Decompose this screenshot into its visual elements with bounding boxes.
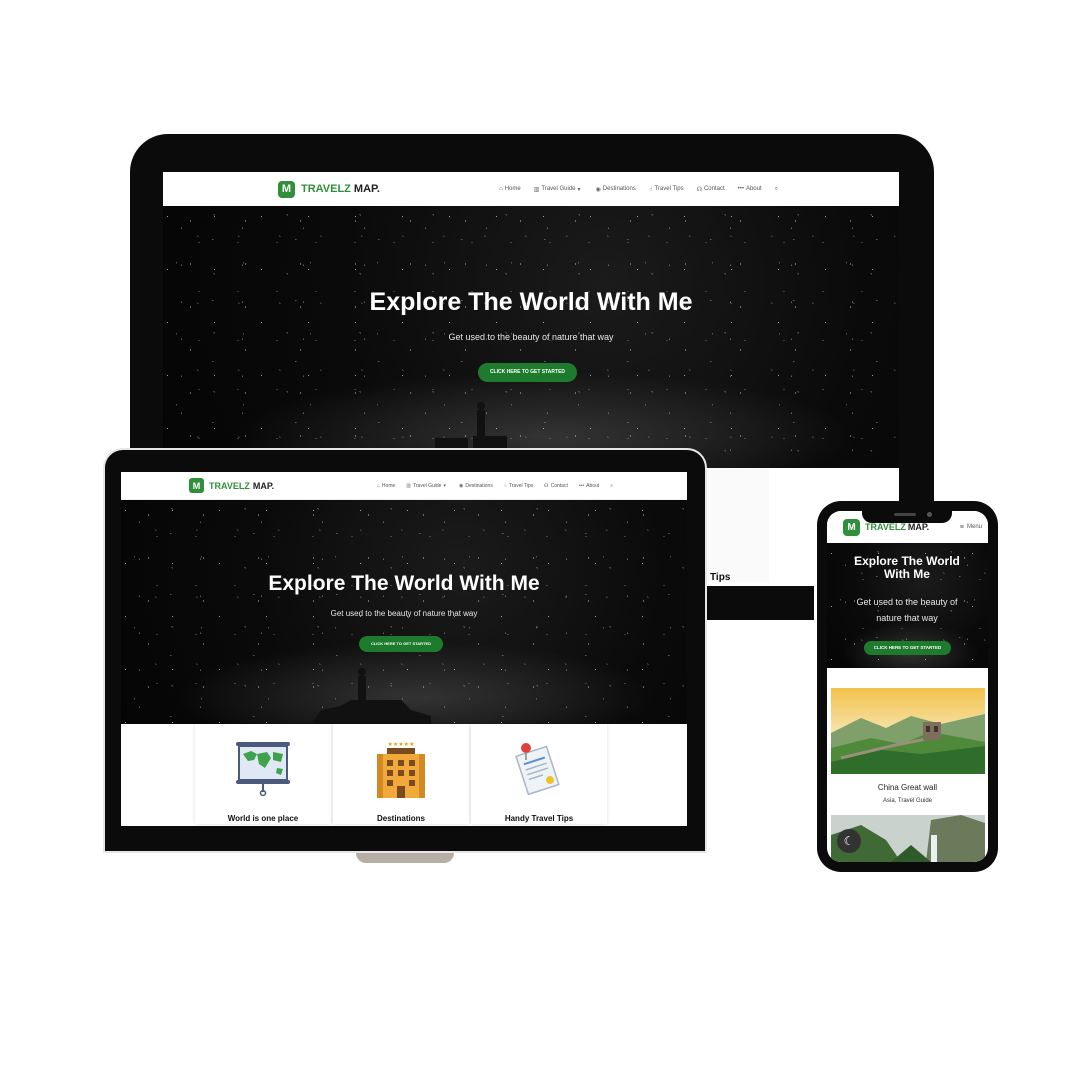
nav-label: Home	[504, 186, 521, 192]
nav-label: Destinations	[465, 482, 493, 489]
nav-item-about[interactable]: ••• About	[738, 186, 762, 192]
document-pin-icon	[515, 743, 560, 796]
destination-title[interactable]: China Great wall	[827, 783, 988, 792]
destination-category[interactable]: Asia, Travel Guide	[827, 798, 988, 804]
phone-screen: M TRAVELZ MAP. ≡ Menu Explore The World …	[827, 511, 988, 862]
nav-label: Travel Tips	[654, 186, 684, 192]
desktop-feature-card-partial	[707, 468, 769, 582]
laptop-menu: ⌂ Home ▥ Travel Guide ▾ ◉ Destinations ☝ Trav…	[377, 483, 615, 489]
logo-mark-icon: M	[843, 518, 860, 536]
logo-text-secondary: MAP.	[252, 480, 275, 491]
desktop-feature-title-partial: Tips	[710, 572, 731, 583]
hamburger-icon: ≡	[959, 523, 964, 531]
mobile-hero: Explore The World With Me Get used to th…	[827, 543, 988, 668]
nav-label: Home	[381, 482, 396, 489]
laptop-base	[356, 853, 454, 863]
mobile-menu-button[interactable]: ≡ Menu	[960, 524, 982, 531]
logo-mark-icon: M	[189, 478, 204, 493]
hero-subtitle: Get used to the beauty of nature that wa…	[448, 332, 614, 342]
hand-icon: ☝	[503, 482, 507, 489]
laptop-screen: M TRAVELZ MAP. ⌂ Home ▥ Travel Guide ▾ ◉ Des…	[121, 472, 687, 826]
nav-label: Destinations	[602, 186, 636, 192]
home-icon: ⌂	[376, 482, 380, 489]
logo-text-primary: TRAVELZ	[301, 183, 351, 195]
nav-item-destinations[interactable]: ◉ Destinations	[596, 186, 636, 193]
nav-item-contact[interactable]: ☊ Contact	[697, 186, 725, 193]
search-button[interactable]: ⌕	[610, 483, 615, 489]
hand-icon: ☝	[648, 186, 653, 193]
desktop-menu: ⌂ Home ▥ Travel Guide ▾ ◉ Destinations ☝ Trav…	[499, 186, 780, 193]
hero-title: Explore The World With Me	[369, 288, 693, 316]
headset-icon: ☊	[696, 186, 702, 193]
hero-title: Explore The World With Me	[854, 554, 960, 581]
more-icon: •••	[578, 482, 585, 489]
get-started-button[interactable]: CLICK HERE TO GET STARTED	[478, 363, 577, 382]
feature-card-destinations[interactable]: ★★★★★ Destinations	[333, 724, 469, 824]
nav-label: Travel Guide	[541, 186, 576, 192]
nav-item-home[interactable]: ⌂ Home	[499, 186, 521, 192]
feature-section: World is one place ★★★★★ Destinations Ha…	[121, 724, 687, 826]
feature-title: World is one place	[227, 814, 299, 823]
nav-item-travel-guide[interactable]: ▥ Travel Guide ▾	[406, 483, 448, 489]
nav-label: Contact	[703, 186, 725, 192]
search-button[interactable]: ⌕	[775, 186, 780, 193]
chevron-down-icon: ▾	[443, 482, 446, 489]
logo-text-secondary: MAP.	[353, 183, 380, 195]
world-map-board-icon	[236, 742, 290, 796]
nav-item-travel-tips[interactable]: ☝ Travel Tips	[649, 186, 684, 193]
logo-text-secondary: MAP.	[907, 522, 930, 532]
nav-item-travel-tips[interactable]: ☝ Travel Tips	[504, 483, 533, 489]
great-wall-image	[831, 688, 985, 774]
logo-text-primary: TRAVELZ	[209, 480, 250, 491]
map-icon: ▥	[406, 482, 411, 489]
hero-subtitle: Get used to the beauty of nature that wa…	[330, 609, 478, 618]
hero-title: Explore The World With Me	[268, 572, 540, 595]
feature-card-travel-tips[interactable]: Handy Travel Tips	[471, 724, 607, 824]
get-started-button[interactable]: CLICK HERE TO GET STARTED	[359, 636, 443, 652]
desktop-hero: Explore The World With Me Get used to th…	[163, 206, 899, 468]
dark-mode-toggle[interactable]: ☾	[837, 829, 861, 853]
search-icon: ⌕	[774, 185, 778, 192]
hero-subtitle: Get used to the beauty of nature that wa…	[856, 597, 958, 623]
nav-item-home[interactable]: ⌂ Home	[377, 483, 395, 489]
nav-label: Contact	[550, 482, 568, 489]
nav-item-contact[interactable]: ☊ Contact	[544, 483, 568, 489]
phone-camera	[927, 512, 932, 517]
nav-label: About	[586, 482, 600, 489]
phone-speaker	[894, 513, 916, 516]
home-icon: ⌂	[499, 186, 503, 192]
svg-text:★★★★★: ★★★★★	[388, 741, 415, 748]
logo-text-primary: TRAVELZ	[865, 522, 906, 532]
chevron-down-icon: ▾	[577, 186, 581, 193]
nav-label: Travel Guide	[413, 482, 442, 489]
nav-label: Travel Tips	[508, 482, 534, 489]
nav-item-travel-guide[interactable]: ▥ Travel Guide ▾	[534, 186, 583, 193]
nav-label: About	[745, 186, 762, 192]
location-pin-icon: ◉	[458, 482, 464, 489]
desktop-logo[interactable]: M TRAVELZ MAP.	[278, 180, 380, 198]
feature-title: Destinations	[376, 814, 425, 823]
map-icon: ▥	[533, 186, 540, 193]
nav-item-about[interactable]: ••• About	[579, 483, 599, 489]
nav-item-destinations[interactable]: ◉ Destinations	[459, 483, 493, 489]
mobile-menu-label: Menu	[966, 524, 982, 530]
more-icon: •••	[737, 186, 744, 192]
laptop-logo[interactable]: M TRAVELZ MAP.	[189, 478, 274, 493]
laptop-navbar: M TRAVELZ MAP. ⌂ Home ▥ Travel Guide ▾ ◉ Des…	[121, 472, 687, 500]
desktop-navbar: M TRAVELZ MAP. ⌂ Home ▥ Travel Guide ▾ ◉ Des…	[163, 172, 899, 206]
laptop-hero: Explore The World With Me Get used to th…	[121, 500, 687, 724]
logo-mark-icon: M	[278, 180, 295, 198]
location-pin-icon: ◉	[595, 186, 601, 193]
feature-title: Handy Travel Tips	[504, 814, 574, 823]
moon-icon: ☾	[843, 834, 855, 848]
hotel-building-icon: ★★★★★	[377, 741, 425, 798]
get-started-button[interactable]: CLICK HERE TO GET STARTED	[864, 641, 951, 655]
feature-card-world[interactable]: World is one place	[195, 724, 331, 824]
headset-icon: ☊	[544, 482, 549, 489]
traveler-silhouette-icon	[311, 668, 431, 724]
search-icon: ⌕	[610, 482, 613, 489]
